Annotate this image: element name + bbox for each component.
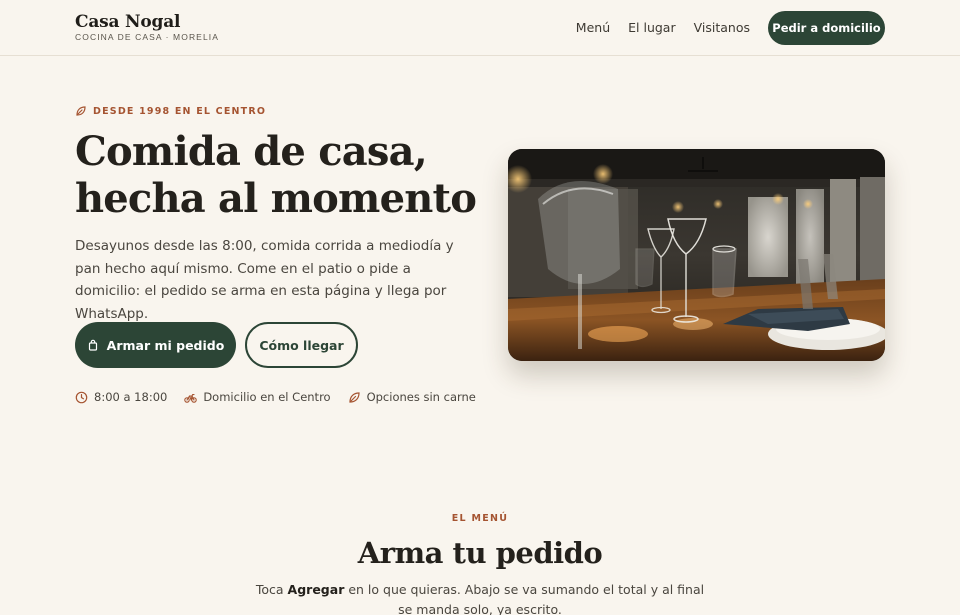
nav-link-menu[interactable]: Menú bbox=[576, 19, 610, 36]
hero-eyebrow-text: DESDE 1998 EN EL CENTRO bbox=[93, 105, 267, 117]
fact-delivery: Domicilio en el Centro bbox=[184, 389, 331, 405]
menu-desc-after: en lo que quieras. Abajo se va sumando e… bbox=[344, 582, 705, 615]
nav-link-visitanos[interactable]: Visitanos bbox=[694, 19, 750, 36]
leaf-icon bbox=[76, 106, 86, 116]
brand-tagline: COCINA DE CASA · MORELIA bbox=[75, 32, 220, 42]
hero-title: Comida de casa, hecha al momento bbox=[75, 128, 495, 222]
restaurant-photo bbox=[508, 149, 885, 361]
menu-desc-before: Toca bbox=[255, 582, 288, 597]
directions-button[interactable]: Cómo llegar bbox=[245, 322, 358, 368]
brand[interactable]: Casa Nogal COCINA DE CASA · MORELIA bbox=[75, 12, 219, 43]
nav-link-el-lugar[interactable]: El lugar bbox=[628, 19, 675, 36]
fact-vegetarian: Opciones sin carne bbox=[348, 389, 476, 405]
bike-icon bbox=[184, 393, 198, 403]
main-nav: Menú El lugar Visitanos bbox=[576, 19, 750, 36]
menu-desc-bold: Agregar bbox=[287, 582, 345, 597]
menu-eyebrow: EL MENÚ bbox=[451, 513, 509, 524]
menu-description: Toca Agregar en lo que quieras. Abajo se… bbox=[255, 580, 705, 615]
fact-vegetarian-label: Opciones sin carne bbox=[366, 390, 476, 404]
menu-title: Arma tu pedido bbox=[357, 536, 603, 570]
hero-title-line-2: hecha al momento bbox=[75, 175, 477, 222]
fact-hours: 8:00 a 18:00 bbox=[75, 389, 167, 405]
build-order-label: Armar mi pedido bbox=[106, 337, 225, 353]
hero-description: Desayunos desde las 8:00, comida corrida… bbox=[75, 238, 454, 322]
hero-eyebrow: DESDE 1998 EN EL CENTRO bbox=[75, 105, 266, 117]
restaurant-interior-image bbox=[508, 149, 885, 361]
shopping-bag-icon bbox=[88, 339, 97, 351]
clock-icon bbox=[75, 391, 88, 403]
hero-title-line-1: Comida de casa, bbox=[75, 128, 428, 175]
order-delivery-button[interactable]: Pedir a domicilio bbox=[768, 11, 885, 45]
fact-hours-label: 8:00 a 18:00 bbox=[94, 390, 168, 404]
brand-name: Casa Nogal bbox=[75, 12, 181, 32]
hero-facts: 8:00 a 18:00 Domicilio en el Centro Opci… bbox=[75, 389, 476, 405]
fact-delivery-label: Domicilio en el Centro bbox=[203, 390, 331, 404]
leaf-icon bbox=[348, 391, 360, 403]
site-header: Casa Nogal COCINA DE CASA · MORELIA Menú… bbox=[0, 0, 960, 56]
build-order-button[interactable]: Armar mi pedido bbox=[75, 322, 236, 368]
